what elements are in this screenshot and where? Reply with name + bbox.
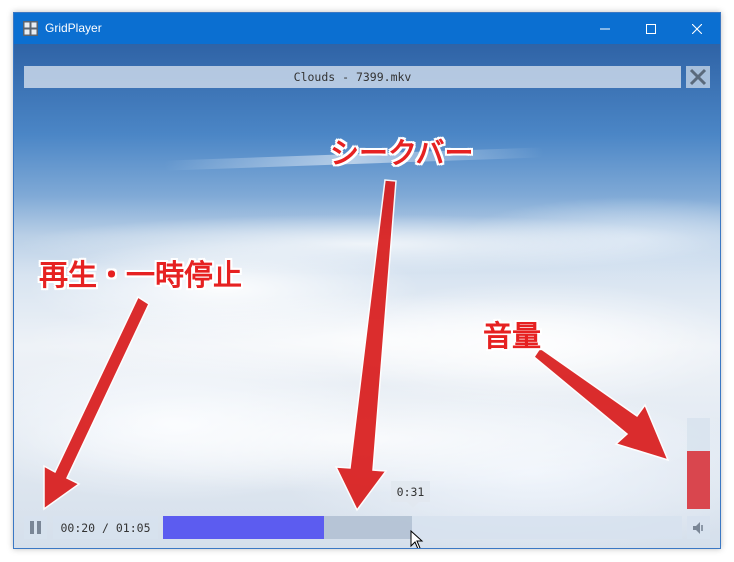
annotation-volume: 音量 [483, 319, 542, 353]
annotation-play-pause: 再生・一時停止 [39, 258, 243, 292]
annotation-seek-bar: シークバー [330, 136, 474, 170]
arrow-to-volume [533, 346, 670, 462]
arrow-to-pause [43, 295, 150, 511]
arrow-to-seek-bar [334, 179, 397, 512]
